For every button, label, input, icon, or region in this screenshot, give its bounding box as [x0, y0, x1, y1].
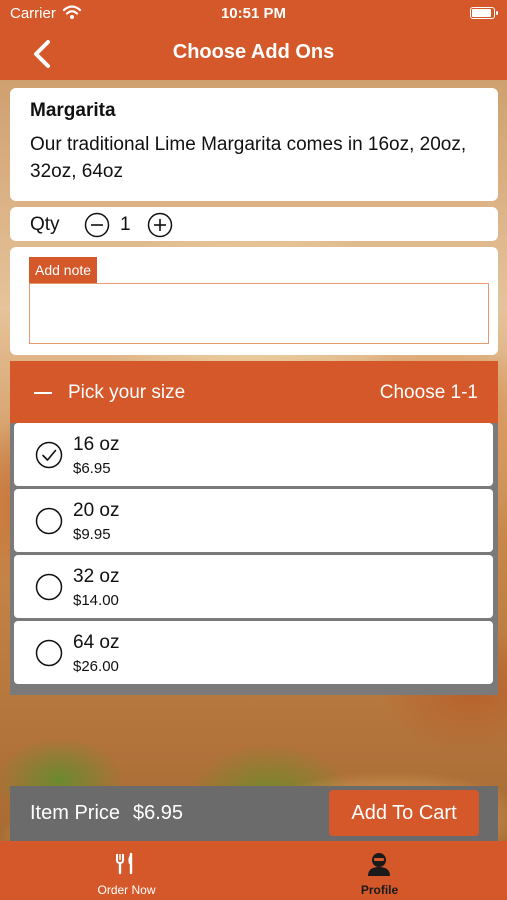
option-price: $14.00	[73, 592, 119, 609]
size-option[interactable]: 16 oz $6.95	[14, 423, 493, 486]
collapse-icon	[34, 392, 52, 394]
cart-footer: Item Price $6.95 Add To Cart	[10, 786, 498, 841]
tab-order-now[interactable]: Order Now	[0, 841, 253, 900]
size-option[interactable]: 32 oz $14.00	[14, 555, 493, 618]
plus-circle-icon[interactable]	[147, 212, 173, 238]
radio-empty-icon	[35, 507, 63, 535]
option-price: $9.95	[73, 526, 111, 543]
quantity-value: 1	[120, 214, 131, 235]
status-time: 10:51 PM	[220, 5, 287, 22]
checkmark-circle-icon	[35, 441, 63, 469]
quantity-label: Qty	[30, 214, 60, 235]
item-price-value: $6.95	[133, 802, 184, 824]
note-label: Add note	[29, 257, 98, 283]
minus-circle-icon[interactable]	[84, 212, 110, 238]
utensils-icon	[116, 852, 133, 875]
addon-group-rule: Choose 1-1	[379, 382, 478, 403]
item-description: Our traditional Lime Margarita comes in …	[30, 134, 467, 182]
tab-label: Order Now	[97, 883, 156, 897]
status-bar: Carrier 10:51 PM	[0, 0, 507, 28]
note-input[interactable]	[29, 283, 489, 344]
item-price-label: Item Price	[30, 802, 121, 824]
option-name: 16 oz	[73, 434, 120, 455]
radio-empty-icon	[35, 573, 63, 601]
radio-empty-icon	[35, 639, 63, 667]
addon-group-panel: Pick your size Choose 1-1 16 oz $6.95 20…	[10, 361, 498, 695]
size-option[interactable]: 64 oz $26.00	[14, 621, 493, 684]
addon-group-title: Pick your size	[68, 382, 186, 403]
option-name: 20 oz	[73, 500, 120, 521]
navigation-bar: Choose Add Ons	[0, 28, 507, 80]
quantity-stepper: Qty 1	[10, 207, 498, 241]
tab-label: Profile	[360, 883, 399, 897]
item-name: Margarita	[30, 100, 116, 121]
option-name: 64 oz	[73, 632, 120, 653]
battery-icon	[470, 7, 498, 19]
addon-group-header[interactable]: Pick your size Choose 1-1	[10, 361, 498, 423]
item-info-card: Margarita Our traditional Lime Margarita…	[10, 88, 498, 201]
person-icon	[368, 853, 390, 876]
size-option[interactable]: 20 oz $9.95	[14, 489, 493, 552]
option-price: $6.95	[73, 460, 111, 477]
note-card: Add note	[10, 247, 498, 355]
option-name: 32 oz	[73, 566, 120, 587]
tab-profile[interactable]: Profile	[253, 841, 506, 900]
add-to-cart-button[interactable]: Add To Cart	[329, 790, 479, 836]
tab-bar: Order Now Profile	[0, 841, 507, 900]
page-title: Choose Add Ons	[172, 41, 335, 63]
option-price: $26.00	[73, 658, 119, 675]
